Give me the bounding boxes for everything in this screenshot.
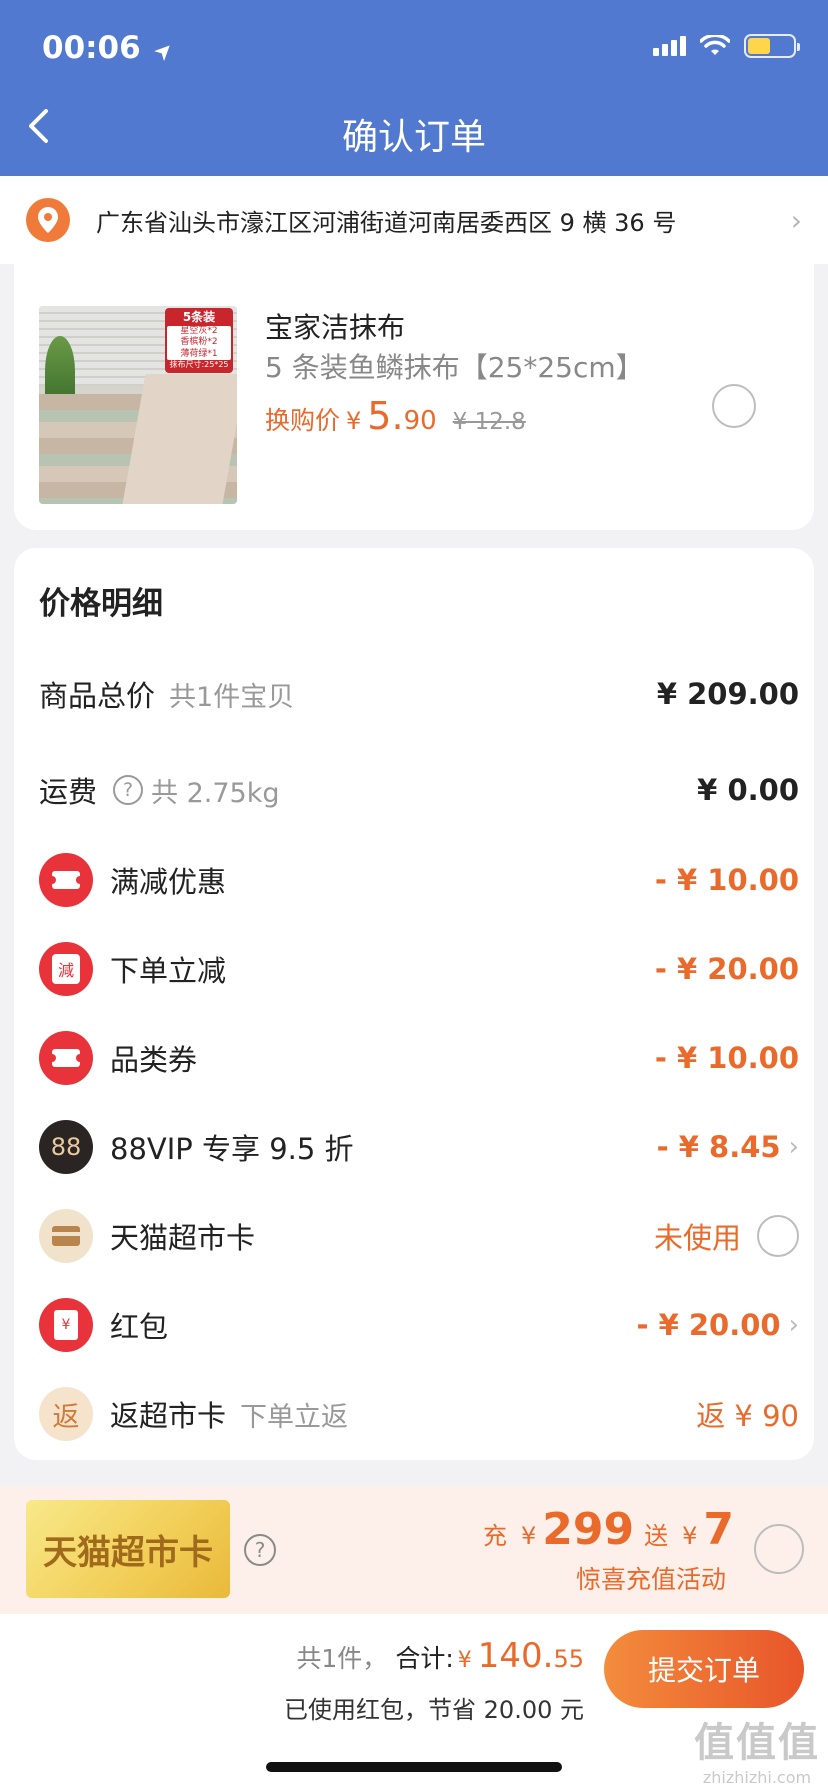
wifi-icon xyxy=(700,35,730,55)
cashback-icon: 返 xyxy=(39,1387,93,1441)
discount-label: 天猫超市卡 xyxy=(110,1221,256,1255)
recharge-radio[interactable] xyxy=(754,1524,804,1574)
goods-total-row-final xyxy=(39,578,799,638)
tmall-card-radio[interactable] xyxy=(757,1215,799,1257)
location-pin-icon xyxy=(26,198,70,242)
coupon-ticket-icon xyxy=(39,1031,93,1085)
product-card: 5条装 星空灰*2 香槟粉*2 薄荷绿*1 抹布尺寸:25*25 宝家洁抹布 5… xyxy=(14,256,814,530)
discount-value: - ¥ 10.00 xyxy=(654,863,799,897)
discount-value: - ¥ 10.00 xyxy=(654,1041,799,1075)
shipping-value: ¥ 0.00 xyxy=(697,773,799,807)
discount-full-reduction-row: 满减优惠 - ¥ 10.00 xyxy=(39,850,799,910)
shipping-address[interactable]: 广东省汕头市濠江区河浦街道河南居委西区 9 横 36 号 › xyxy=(0,176,828,264)
address-text: 广东省汕头市濠江区河浦街道河南居委西区 9 横 36 号 xyxy=(96,208,677,237)
location-arrow-icon: ➤ xyxy=(149,36,181,67)
tmall-card-row: 天猫超市卡 未使用 xyxy=(39,1206,799,1266)
shipping-label: 运费 xyxy=(39,775,98,809)
discount-88vip-row[interactable]: 88 88VIP 专享 9.5 折 - ¥ 8.45 › xyxy=(39,1117,799,1177)
recharge-offer: 充 ¥ 299 送 ¥ 7 xyxy=(482,1504,734,1555)
discount-label: 下单立减 xyxy=(110,954,227,988)
goods-total-row: 商品总价 共1件宝贝 ¥ 209.00 xyxy=(39,664,799,724)
card-icon xyxy=(39,1209,93,1263)
page-title: 确认订单 xyxy=(341,117,486,158)
product-badge: 5条装 星空灰*2 香槟粉*2 薄荷绿*1 抹布尺寸:25*25 xyxy=(165,308,233,373)
red-packet-row[interactable]: ¥ 红包 - ¥ 20.00 › xyxy=(39,1295,799,1355)
coupon-ticket-icon xyxy=(39,853,93,907)
promo-subtitle: 惊喜充值活动 xyxy=(575,1565,726,1594)
cellular-signal-icon xyxy=(653,36,686,56)
discount-value: - ¥ 20.00 xyxy=(654,952,799,986)
watermark: 值值值 zhizhizhi.com xyxy=(694,1720,820,1787)
goods-total-label: 商品总价 xyxy=(39,679,156,713)
discount-label: 品类券 xyxy=(110,1043,198,1077)
reduction-jar-icon: 減 xyxy=(39,942,93,996)
original-price: ¥ 12.8 xyxy=(452,409,526,435)
vip-88-icon: 88 xyxy=(39,1120,93,1174)
goods-total-sub: 共1件宝贝 xyxy=(169,681,295,713)
tmall-card-image: 天猫超市卡 xyxy=(26,1500,230,1598)
product-image[interactable]: 5条装 星空灰*2 香槟粉*2 薄荷绿*1 抹布尺寸:25*25 xyxy=(39,306,237,504)
product-price: 换购价 ¥ 5. 90 ¥ 12.8 xyxy=(265,394,526,438)
chevron-right-icon: › xyxy=(790,203,802,237)
cashback-sub: 下单立返 xyxy=(240,1401,349,1433)
discount-value: - ¥ 8.45 xyxy=(656,1130,781,1164)
discount-label: 满减优惠 xyxy=(110,865,227,899)
product-spec: 5 条装鱼鳞抹布【25*25cm】 xyxy=(265,351,644,384)
discount-order-reduction-row: 減 下单立减 - ¥ 20.00 xyxy=(39,939,799,999)
order-total: 共1件， 合计: ¥ 140. 55 xyxy=(296,1636,584,1676)
chevron-right-icon: › xyxy=(788,1132,799,1162)
home-indicator[interactable] xyxy=(266,1762,562,1772)
discount-value: 返 ¥ 90 xyxy=(696,1399,799,1433)
battery-icon xyxy=(744,34,800,58)
shipping-weight: 共 2.75kg xyxy=(151,777,280,809)
discount-label: 88VIP 专享 9.5 折 xyxy=(110,1132,354,1166)
app-header: 00:06 ➤ 确认订单 xyxy=(0,0,828,176)
savings-text: 已使用红包，节省 20.00 元 xyxy=(284,1696,584,1724)
price-detail-card: 价格明细 商品总价 共1件宝贝 ¥ 209.00 运费 ? 共 2.75kg ¥… xyxy=(14,548,814,1460)
discount-value: - ¥ 20.00 xyxy=(636,1308,781,1342)
help-question-icon[interactable]: ? xyxy=(113,775,144,805)
discount-category-coupon-row: 品类券 - ¥ 10.00 xyxy=(39,1028,799,1088)
help-question-icon[interactable]: ? xyxy=(244,1534,276,1566)
discount-label: 返超市卡 xyxy=(110,1399,227,1433)
discount-value: 未使用 xyxy=(653,1221,741,1255)
product-name: 宝家洁抹布 xyxy=(265,311,406,344)
goods-total-value: ¥ 209.00 xyxy=(656,677,799,711)
shipping-row: 运费 ? 共 2.75kg ¥ 0.00 xyxy=(39,760,799,820)
submit-order-button[interactable]: 提交订单 xyxy=(604,1630,804,1708)
cashback-card-row: 返 返超市卡 下单立返 返 ¥ 90 xyxy=(39,1384,799,1444)
status-time: 00:06 ➤ xyxy=(42,30,181,67)
status-icons xyxy=(653,34,800,58)
discount-label: 红包 xyxy=(110,1310,169,1344)
product-select-radio[interactable] xyxy=(712,384,756,428)
recharge-promo: 天猫超市卡 ? 充 ¥ 299 送 ¥ 7 惊喜充值活动 xyxy=(0,1486,828,1614)
chevron-right-icon: › xyxy=(788,1310,799,1340)
red-envelope-icon: ¥ xyxy=(39,1298,93,1352)
